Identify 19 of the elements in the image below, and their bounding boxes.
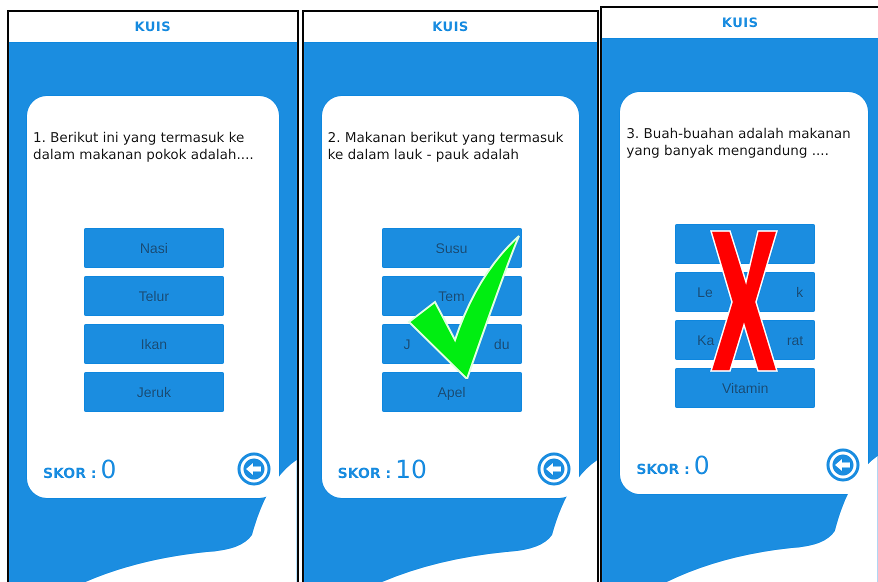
screen-title: KUIS [134, 20, 172, 34]
score-value: 0 [694, 450, 710, 480]
screen-title: KUIS [722, 16, 758, 30]
answer-button[interactable]: Telur [84, 276, 224, 316]
score-value: 10 [395, 454, 427, 484]
score-value: 0 [100, 454, 116, 484]
question-text: 2. Makanan berikut yang termasuk ke dalam lauk - pauk adalah [328, 130, 564, 165]
answer-button[interactable]: Nasi [84, 228, 224, 268]
screen-title: KUIS [432, 20, 469, 34]
answer-button[interactable]: Jeruk [84, 372, 224, 412]
answer-button[interactable]: Ikan [84, 324, 224, 364]
answer-button[interactable]: Susu [382, 228, 522, 268]
score-label: SKOR : [636, 462, 690, 478]
answer-button[interactable]: Apel [382, 372, 522, 412]
question-text: 1. Berikut ini yang termasuk ke dalam makanan pokok adalah.... [33, 130, 255, 165]
question-text: 3. Buah-buahan adalah makanan yang banyak mengandung .... [626, 126, 852, 161]
score-label: SKOR : [43, 466, 96, 482]
answer-button[interactable]: Vitamin [675, 368, 816, 408]
score-label: SKOR : [338, 466, 392, 482]
